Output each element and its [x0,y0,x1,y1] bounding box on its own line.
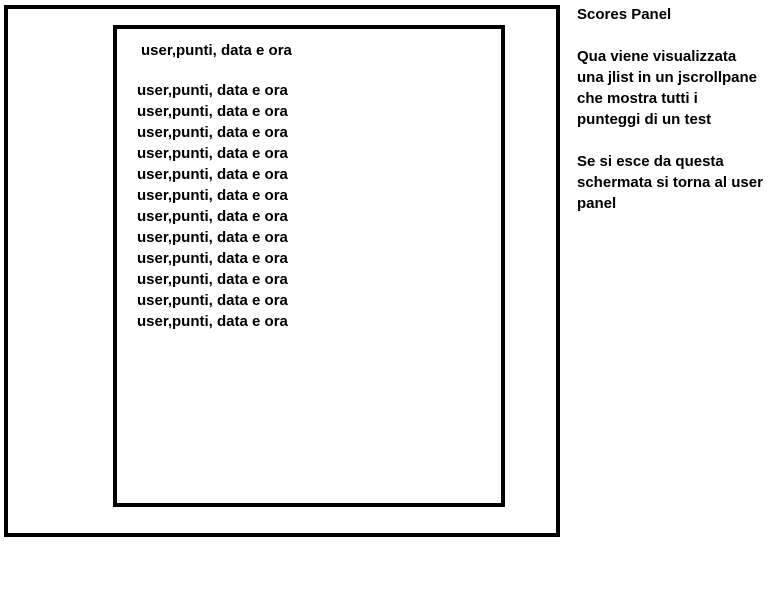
list-item[interactable]: user,punti, data e ora [137,101,288,122]
notes-exit-note: Se si esce da questa schermata si torna … [577,153,763,212]
list-item[interactable]: user,punti, data e ora [137,164,288,185]
list-item[interactable]: user,punti, data e ora [137,185,288,206]
list-item[interactable]: user,punti, data e ora [137,206,288,227]
list-item[interactable]: user,punti, data e ora [137,122,288,143]
list-item[interactable]: user,punti, data e ora [137,143,288,164]
list-item[interactable]: user,punti, data e ora [137,290,288,311]
list-item[interactable]: user,punti, data e ora [137,80,288,101]
notes-description: Qua viene visualizzata una jlist in un j… [577,48,758,128]
scores-jlist[interactable]: user,punti, data e ora user,punti, data … [137,80,288,332]
annotation-notes: Scores Panel Qua viene visualizzata una … [577,4,765,235]
list-header: user,punti, data e ora [141,42,292,59]
list-item[interactable]: user,punti, data e ora [137,269,288,290]
notes-title: Scores Panel [577,6,672,23]
list-item[interactable]: user,punti, data e ora [137,248,288,269]
list-item[interactable]: user,punti, data e ora [137,311,288,332]
list-item[interactable]: user,punti, data e ora [137,227,288,248]
